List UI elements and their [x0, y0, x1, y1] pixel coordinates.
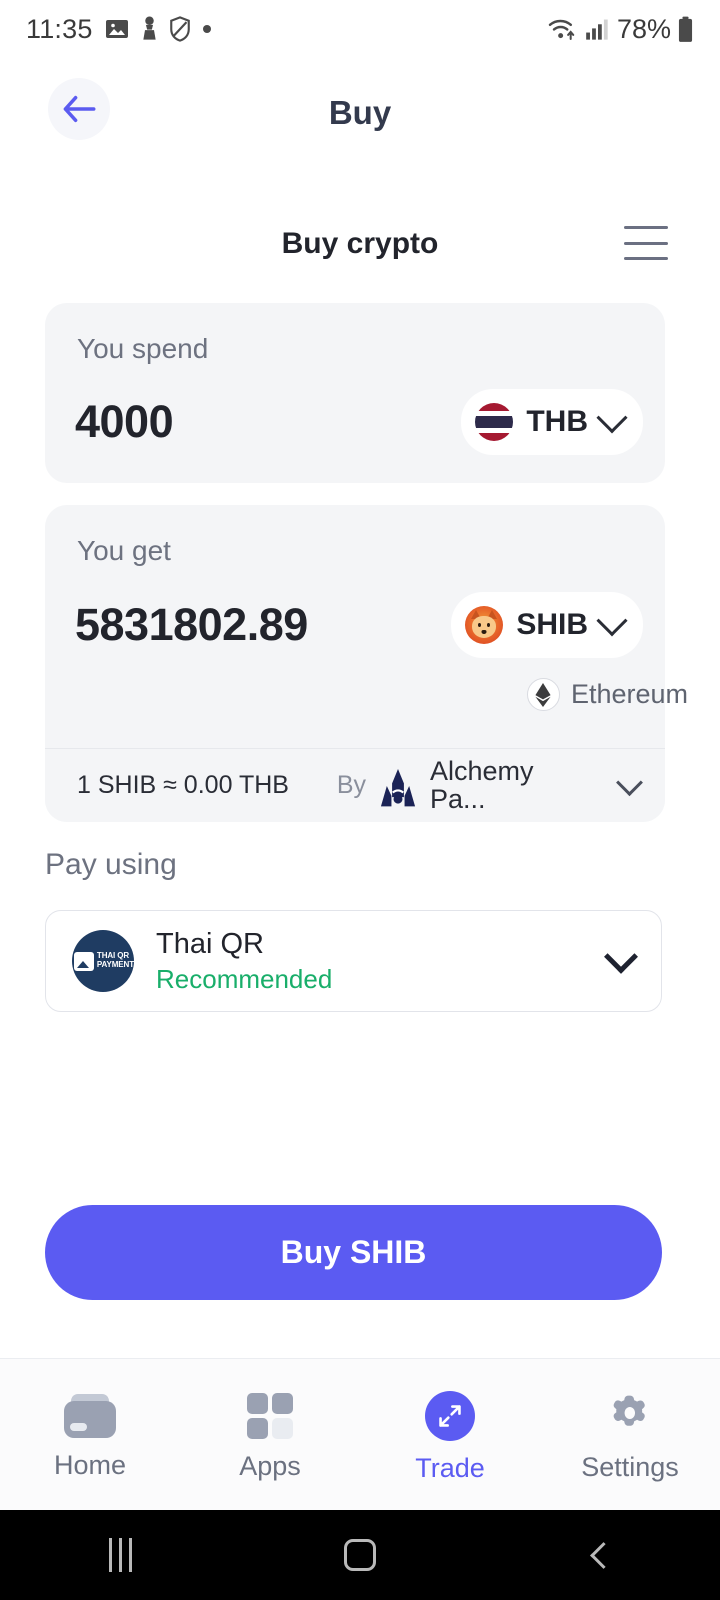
dot-icon	[202, 25, 211, 33]
you-spend-card: You spend 4000 THB	[45, 303, 665, 483]
ethereum-icon	[526, 678, 560, 711]
provider-name: Alchemy Pa...	[430, 755, 534, 814]
app-bar: Buy	[0, 58, 720, 168]
thai-qr-payment-logo: THAI QR PAYMENT	[72, 930, 134, 992]
signal-icon	[586, 19, 608, 40]
page-header: Buy crypto	[0, 208, 720, 280]
system-recents-button[interactable]	[0, 1538, 240, 1572]
gallery-icon	[105, 20, 128, 38]
payment-method-texts: Thai QR Recommended	[156, 928, 332, 995]
shield-icon	[169, 16, 190, 42]
nav-label-home: Home	[53, 1450, 127, 1480]
page-title: Buy crypto	[281, 227, 439, 260]
rate-row[interactable]: 1 SHIB ≈ 0.00 THB By Alchemy Pa...	[45, 748, 665, 822]
chess-pawn-icon	[142, 16, 156, 40]
you-spend-label: You spend	[77, 333, 209, 364]
chevron-down-icon	[596, 605, 628, 637]
payment-method-badge: Recommended	[156, 963, 333, 994]
shiba-inu-icon	[465, 606, 504, 644]
you-get-amount[interactable]: 5831802.89	[75, 599, 308, 651]
system-home-button[interactable]	[240, 1539, 480, 1571]
system-back-button[interactable]	[480, 1541, 720, 1569]
grid-icon	[247, 1393, 293, 1439]
by-label: By	[336, 771, 366, 799]
arrow-left-icon	[63, 95, 96, 123]
status-bar-left: 11:35	[26, 14, 212, 45]
chevron-down-icon	[596, 402, 628, 434]
logo-line-1: THAI QR	[96, 951, 130, 961]
nav-label-trade: Trade	[415, 1453, 485, 1483]
gear-icon	[606, 1392, 654, 1440]
get-currency-code: SHIB	[516, 608, 588, 641]
wallet-icon	[64, 1394, 116, 1438]
status-time: 11:35	[26, 13, 93, 44]
back-button[interactable]	[48, 78, 110, 140]
provider-group: By Alchemy Pa...	[336, 755, 643, 814]
nav-item-home[interactable]: Home	[0, 1359, 180, 1510]
status-bar: 11:35 78%	[0, 0, 720, 58]
battery-icon	[678, 16, 693, 42]
spend-currency-selector[interactable]: THB	[461, 389, 643, 455]
expand-arrows-icon	[425, 1391, 475, 1441]
bottom-navigation-bar: Home Apps Trade Settings	[0, 1358, 720, 1510]
logo-line-2: PAYMENT	[96, 960, 134, 969]
phone-screen: 11:35 78% Buy Buy crypto You spend 4000 …	[0, 0, 720, 1600]
get-currency-selector[interactable]: SHIB	[451, 592, 643, 658]
alchemy-pay-logo	[380, 768, 416, 806]
exchange-rate-text: 1 SHIB ≈ 0.00 THB	[77, 771, 289, 799]
spend-currency-code: THB	[526, 405, 588, 438]
nav-label-settings: Settings	[581, 1452, 679, 1482]
status-bar-right: 78%	[547, 14, 694, 45]
buy-button[interactable]: Buy SHIB	[45, 1205, 662, 1300]
back-chevron-icon	[589, 1541, 617, 1569]
nav-item-apps[interactable]: Apps	[180, 1359, 360, 1510]
nav-item-trade[interactable]: Trade	[360, 1359, 540, 1510]
chevron-down-icon	[604, 939, 638, 974]
pay-using-label: Pay using	[45, 848, 177, 881]
hamburger-menu-icon[interactable]	[624, 226, 668, 260]
you-spend-amount[interactable]: 4000	[75, 396, 174, 448]
nav-item-settings[interactable]: Settings	[540, 1359, 720, 1510]
thai-flag-icon	[475, 403, 514, 441]
payment-method-name: Thai QR	[156, 927, 264, 960]
battery-percent: 78%	[616, 13, 671, 44]
recents-icon	[108, 1538, 132, 1572]
qr-scan-glyph	[74, 951, 94, 971]
payment-method-selector[interactable]: THAI QR PAYMENT Thai QR Recommended	[45, 910, 662, 1012]
chevron-down-icon	[616, 769, 643, 797]
system-navigation-bar	[0, 1510, 720, 1600]
you-get-label: You get	[77, 535, 171, 566]
network-name: Ethereum	[570, 679, 688, 709]
wifi-icon	[548, 19, 575, 41]
network-row: Ethereum	[526, 678, 688, 711]
home-square-icon	[344, 1539, 376, 1571]
thai-qr-logo-text: THAI QR PAYMENT	[96, 951, 134, 970]
nav-label-apps: Apps	[239, 1451, 301, 1481]
